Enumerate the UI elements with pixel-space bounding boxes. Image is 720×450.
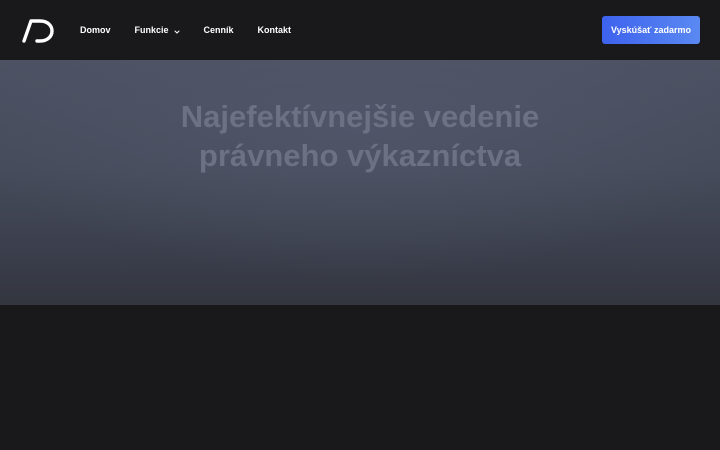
top-navbar: Domov Funkcie Cenník Kontakt Vyskúšať za…: [0, 0, 720, 60]
nav-item-domov[interactable]: Domov: [80, 25, 111, 35]
nav-item-label: Funkcie: [134, 25, 169, 35]
content-area: [0, 305, 720, 450]
nav-item-label: Domov: [80, 25, 111, 35]
hero-title-line-1: Najefektívnejšie vedenie: [180, 99, 540, 134]
try-free-button[interactable]: Vyskúšať zadarmo: [602, 16, 700, 44]
nav-item-kontakt[interactable]: Kontakt: [258, 25, 292, 35]
chevron-down-icon: [174, 27, 180, 34]
hero-title: Najefektívnejšie vedenie právneho výkazn…: [0, 97, 720, 175]
page: Domov Funkcie Cenník Kontakt Vyskúšať za…: [0, 0, 720, 450]
nav-item-cennik[interactable]: Cenník: [204, 25, 234, 35]
nav-item-label: Cenník: [203, 25, 234, 35]
main-nav: Domov Funkcie Cenník Kontakt: [80, 0, 315, 60]
ad-logo-icon[interactable]: [22, 17, 54, 43]
nav-item-funkcie[interactable]: Funkcie: [135, 25, 180, 35]
hero-title-line-2: právneho výkazníctva: [198, 138, 522, 173]
nav-item-label: Kontakt: [257, 25, 292, 35]
hero-section: Najefektívnejšie vedenie právneho výkazn…: [0, 60, 720, 305]
